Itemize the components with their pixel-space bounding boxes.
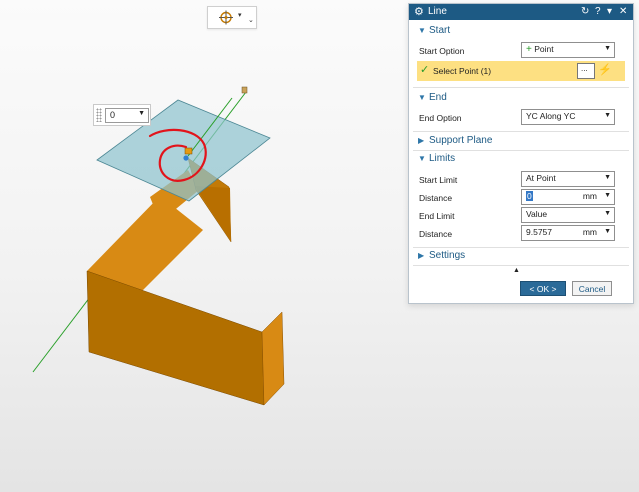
chevron-down-icon[interactable]: ▼ xyxy=(604,174,611,181)
help-icon[interactable]: ? xyxy=(595,6,601,18)
distance1-label: Distance xyxy=(419,193,453,203)
part-end-flange[interactable] xyxy=(261,311,285,406)
floating-value-control[interactable]: 0 ▼ xyxy=(93,104,151,126)
start-distance-input[interactable]: 0 mm ▼ xyxy=(521,189,615,205)
start-limit-select[interactable]: At Point ▼ xyxy=(521,171,615,187)
inferred-point-bolt-icon[interactable]: ⚡ xyxy=(598,63,612,76)
ok-button[interactable]: < OK > xyxy=(520,281,566,296)
floating-value: 0 xyxy=(110,110,116,120)
section-start-header[interactable]: ▼ Start xyxy=(409,25,633,39)
start-option-select[interactable]: + Point ▼ xyxy=(521,42,615,58)
end-distance-unit: mm xyxy=(582,227,597,237)
section-settings-header[interactable]: ▶ Settings xyxy=(409,250,633,264)
end-distance-value: 9.5757 xyxy=(526,227,552,237)
expanded-triangle-icon: ▼ xyxy=(418,93,426,102)
plus-point-icon: + xyxy=(526,44,532,55)
section-support-plane-header[interactable]: ▶ Support Plane xyxy=(409,135,633,149)
ellipsis-icon: ... xyxy=(581,64,588,73)
point-dialog-button[interactable]: ... xyxy=(577,63,595,79)
end-option-value: YC Along YC xyxy=(526,111,576,121)
end-option-label: End Option xyxy=(419,113,462,123)
divider xyxy=(413,265,629,266)
chevron-down-icon[interactable]: ▼ xyxy=(138,110,145,117)
start-distance-value: 0 xyxy=(526,191,533,201)
section-settings-label: Settings xyxy=(429,250,466,261)
dialog-title-bar[interactable]: ⚙ Line ↻ ? ▾ ✕ xyxy=(409,4,633,20)
section-end-header[interactable]: ▼ End xyxy=(409,92,633,106)
selected-point-marker[interactable] xyxy=(184,147,193,155)
end-limit-value: Value xyxy=(526,209,548,219)
start-limit-label: Start Limit xyxy=(419,175,458,185)
section-start-label: Start xyxy=(429,25,451,36)
section-limits-label: Limits xyxy=(429,153,456,164)
floating-value-input[interactable]: 0 ▼ xyxy=(105,108,149,123)
divider xyxy=(413,87,629,88)
close-icon[interactable]: ✕ xyxy=(619,6,627,18)
gear-icon: ⚙ xyxy=(414,6,424,18)
toolbar-more-chevron-icon[interactable]: ⌄ xyxy=(248,16,254,24)
start-limit-value: At Point xyxy=(526,173,556,183)
end-limit-label: End Limit xyxy=(419,211,455,221)
axis-end-handle[interactable] xyxy=(241,86,248,94)
roll-up-icon[interactable]: ▾ xyxy=(607,6,612,18)
snap-dropdown-chevron-icon[interactable]: ▾ xyxy=(238,11,242,19)
checkmark-icon: ✓ xyxy=(420,64,430,76)
section-limits-header[interactable]: ▼ Limits xyxy=(409,153,633,167)
chevron-down-icon[interactable]: ▼ xyxy=(604,210,611,217)
dialog-title: Line xyxy=(428,6,447,17)
section-support-plane-label: Support Plane xyxy=(429,135,493,146)
divider xyxy=(413,150,629,151)
select-point-text: Select Point (1) xyxy=(433,66,492,76)
collapsed-triangle-icon: ▶ xyxy=(418,136,425,145)
chevron-down-icon[interactable]: ▼ xyxy=(604,45,611,52)
end-distance-input[interactable]: 9.5757 mm ▼ xyxy=(521,225,615,241)
collapse-more-options-icon[interactable]: ▲ xyxy=(513,267,520,274)
part-front-face[interactable] xyxy=(86,270,265,406)
start-option-value: + Point xyxy=(526,44,554,55)
snap-point-toolbar[interactable]: ▾ ⌄ xyxy=(207,6,257,29)
end-limit-select[interactable]: Value ▼ xyxy=(521,207,615,223)
divider xyxy=(413,131,629,132)
collapsed-triangle-icon: ▶ xyxy=(418,251,425,260)
point-origin-dot[interactable] xyxy=(183,155,189,161)
divider xyxy=(413,247,629,248)
select-point-row[interactable]: ✓ Select Point (1) ... ⚡ xyxy=(417,61,625,81)
chevron-down-icon[interactable]: ▼ xyxy=(604,228,611,235)
line-dialog[interactable]: ⚙ Line ↻ ? ▾ ✕ ▼ Start Start Option + Po… xyxy=(408,3,634,304)
section-end-label: End xyxy=(429,92,447,103)
crosshair-target-icon[interactable] xyxy=(214,10,238,25)
expanded-triangle-icon: ▼ xyxy=(418,26,426,35)
end-option-select[interactable]: YC Along YC ▼ xyxy=(521,109,615,125)
chevron-down-icon[interactable]: ▼ xyxy=(604,192,611,199)
chevron-down-icon[interactable]: ▼ xyxy=(604,112,611,119)
distance2-label: Distance xyxy=(419,229,453,239)
start-distance-unit: mm xyxy=(582,191,597,201)
expanded-triangle-icon: ▼ xyxy=(418,154,426,163)
reset-icon[interactable]: ↻ xyxy=(581,6,589,18)
drag-grip-icon[interactable] xyxy=(96,108,102,122)
cancel-button[interactable]: Cancel xyxy=(572,281,612,296)
start-option-label: Start Option xyxy=(419,46,465,56)
start-option-text: Point xyxy=(534,44,554,54)
